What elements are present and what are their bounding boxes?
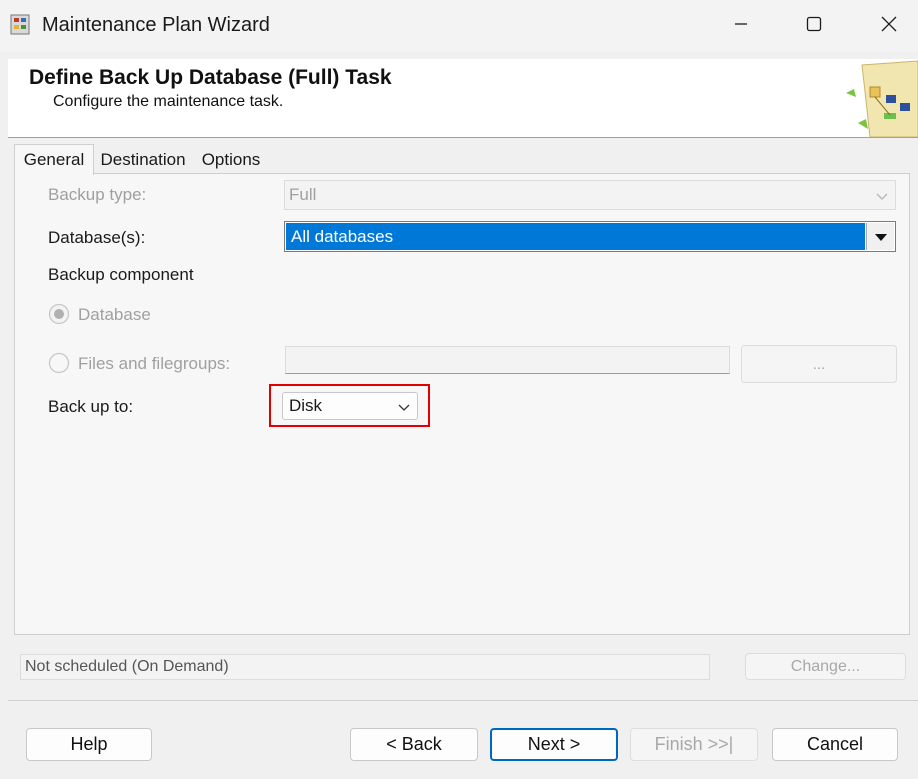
finish-button-label: Finish >>| xyxy=(654,734,734,754)
wizard-flowchart-icon xyxy=(840,59,918,138)
help-button[interactable]: Help xyxy=(26,728,152,761)
cancel-button-label: Cancel xyxy=(806,734,864,754)
next-button[interactable]: Next > xyxy=(490,728,618,761)
tab-options[interactable]: Options xyxy=(194,146,268,174)
chevron-down-icon xyxy=(875,188,889,208)
databases-select[interactable]: All databases xyxy=(284,221,896,252)
cancel-button[interactable]: Cancel xyxy=(772,728,898,761)
wizard-header: Define Back Up Database (Full) Task Conf… xyxy=(8,59,918,138)
backup-type-label: Backup type: xyxy=(48,185,147,204)
schedule-status-text: Not scheduled (On Demand) xyxy=(25,658,229,675)
files-filegroups-input xyxy=(285,346,730,374)
files-browse-button: ... xyxy=(741,345,897,383)
schedule-status-field: Not scheduled (On Demand) xyxy=(20,654,710,680)
divider xyxy=(8,700,918,701)
change-schedule-button: Change... xyxy=(745,653,906,680)
page-subtitle: Configure the maintenance task. xyxy=(53,93,284,110)
files-browse-label: ... xyxy=(812,355,826,373)
tab-general-label: General xyxy=(23,150,85,169)
databases-label: Database(s): xyxy=(48,228,146,247)
change-schedule-label: Change... xyxy=(790,657,861,675)
databases-value: All databases xyxy=(286,223,865,250)
minimize-button[interactable] xyxy=(706,0,776,52)
backup-to-label: Back up to: xyxy=(48,397,134,416)
chevron-down-icon xyxy=(397,399,411,419)
page-title: Define Back Up Database (Full) Task xyxy=(29,66,392,89)
tab-general[interactable]: General xyxy=(14,144,94,175)
radio-files-filegroups[interactable] xyxy=(48,352,70,374)
backup-type-value: Full xyxy=(289,185,317,204)
backup-to-value: Disk xyxy=(289,396,323,415)
maximize-icon xyxy=(806,16,822,37)
radio-files-label: Files and filegroups: xyxy=(78,354,231,373)
dropdown-arrow-icon xyxy=(874,227,888,247)
title-bar: Maintenance Plan Wizard xyxy=(0,0,918,52)
minimize-icon xyxy=(733,16,749,37)
tab-destination[interactable]: Destination xyxy=(94,146,192,174)
close-button[interactable] xyxy=(854,0,918,52)
finish-button: Finish >>| xyxy=(630,728,758,761)
back-button-label: < Back xyxy=(386,734,442,754)
maximize-button[interactable] xyxy=(779,0,849,52)
backup-type-select: Full xyxy=(284,180,896,210)
backup-component-label: Backup component xyxy=(48,265,194,284)
databases-dropdown-button[interactable] xyxy=(866,223,894,250)
backup-to-select[interactable]: Disk xyxy=(282,392,418,420)
radio-database[interactable] xyxy=(48,303,70,325)
next-button-label: Next > xyxy=(527,734,581,754)
maintenance-plan-icon xyxy=(9,12,33,36)
tab-destination-label: Destination xyxy=(100,150,186,169)
help-button-label: Help xyxy=(70,734,108,754)
back-button[interactable]: < Back xyxy=(350,728,478,761)
window-title: Maintenance Plan Wizard xyxy=(42,14,270,36)
tab-options-label: Options xyxy=(201,150,261,169)
radio-database-label: Database xyxy=(78,305,151,324)
close-icon xyxy=(881,16,897,37)
